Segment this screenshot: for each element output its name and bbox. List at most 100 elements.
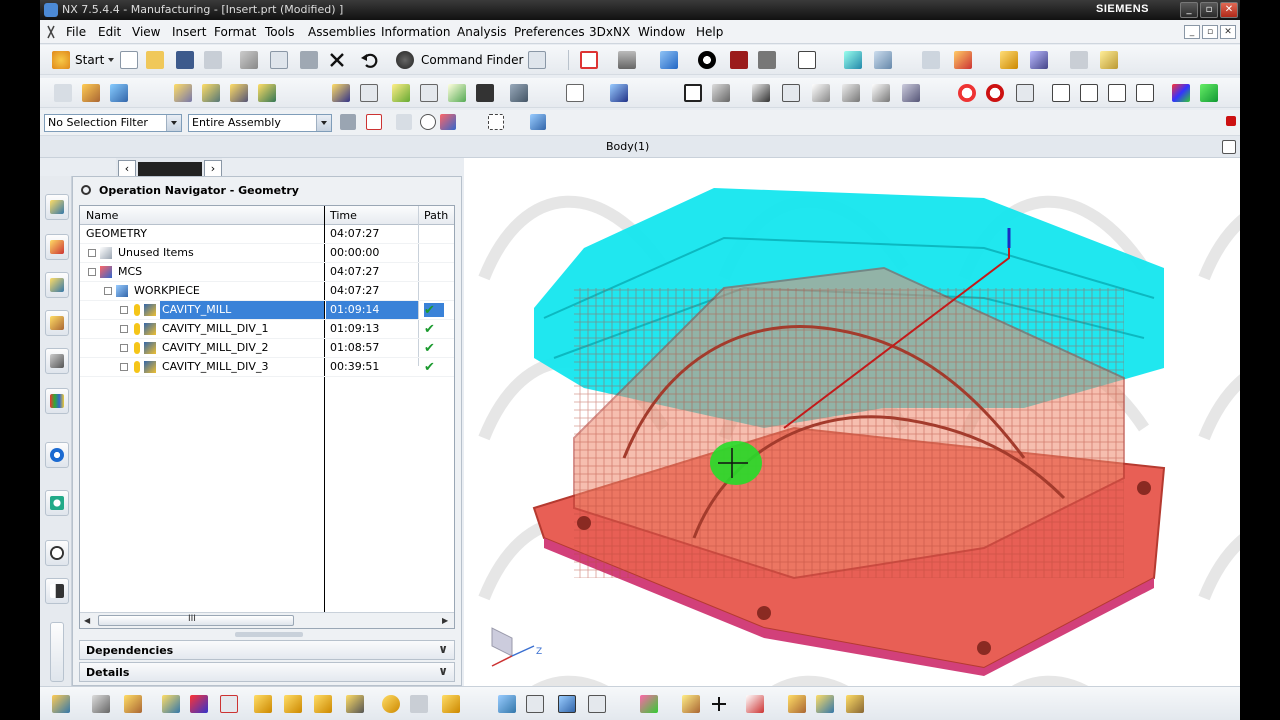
scroll-right-icon[interactable]: ▶ xyxy=(442,616,448,625)
rectangle-select-icon[interactable] xyxy=(488,114,504,130)
table-row[interactable]: Unused Items 00:00:00 xyxy=(80,244,454,263)
start-button[interactable]: Start xyxy=(75,53,104,67)
mdi-restore-button[interactable]: ▫ xyxy=(1202,25,1218,39)
column-time[interactable]: Time xyxy=(330,209,357,222)
table-row[interactable]: CAVITY_MILL_DIV_3 00:39:51 ✔ xyxy=(80,358,454,377)
resource-operation-navigator[interactable] xyxy=(45,310,69,336)
wcs-orient-icon[interactable] xyxy=(498,695,516,713)
menu-edit[interactable]: Edit xyxy=(98,25,121,39)
menu-view[interactable]: View xyxy=(132,25,160,39)
midpoint-icon[interactable] xyxy=(314,695,332,713)
ruler-icon[interactable] xyxy=(1070,51,1088,69)
menu-preferences[interactable]: Preferences xyxy=(514,25,585,39)
tree-expander-icon[interactable] xyxy=(120,306,128,314)
snap-view-icon[interactable] xyxy=(558,695,576,713)
undo-icon[interactable] xyxy=(360,51,378,69)
section-view-icon[interactable] xyxy=(588,695,606,713)
table-row[interactable]: MCS 04:07:27 xyxy=(80,263,454,282)
cursor-icon[interactable] xyxy=(440,114,456,130)
scroll-thumb[interactable] xyxy=(98,615,294,626)
geometry-view-icon[interactable] xyxy=(230,84,248,102)
scroll-left-icon[interactable]: ◀ xyxy=(84,616,90,625)
resource-reuse-library[interactable] xyxy=(45,388,69,414)
info-window-icon[interactable] xyxy=(528,51,546,69)
pin-icon[interactable] xyxy=(81,185,91,195)
resource-machine-navigator[interactable] xyxy=(45,348,69,374)
model-view[interactable]: Z xyxy=(464,158,1240,686)
table-row[interactable]: CAVITY_MILL_DIV_2 01:08:57 ✔ xyxy=(80,339,454,358)
print-icon[interactable] xyxy=(204,51,222,69)
cut-icon[interactable] xyxy=(240,51,258,69)
menu-format[interactable]: Format xyxy=(214,25,256,39)
list-path-icon[interactable] xyxy=(392,84,410,102)
stop-icon[interactable] xyxy=(986,84,1004,102)
render-style-icon[interactable] xyxy=(698,51,716,69)
assembly-part-icon[interactable] xyxy=(846,695,864,713)
filter-settings-icon[interactable] xyxy=(340,114,356,130)
menu-insert[interactable]: Insert xyxy=(172,25,206,39)
snap-point-icon[interactable] xyxy=(366,114,382,130)
menu-assemblies[interactable]: Assemblies xyxy=(308,25,376,39)
tree-expander-icon[interactable] xyxy=(120,344,128,352)
open-folder-icon[interactable] xyxy=(146,51,164,69)
table-row[interactable]: GEOMETRY 04:07:27 xyxy=(80,225,454,244)
chevron-down-icon[interactable]: ∨ xyxy=(438,642,448,656)
resource-part-navigator[interactable] xyxy=(45,272,69,298)
tree-expander-icon[interactable] xyxy=(88,268,96,276)
body-select-icon[interactable] xyxy=(530,114,546,130)
copy-icon[interactable] xyxy=(270,51,288,69)
resource-assembly-navigator[interactable] xyxy=(45,194,69,220)
shop-docs-icon[interactable] xyxy=(510,84,528,102)
sketch-tool-icon[interactable] xyxy=(162,695,180,713)
start-dropdown-icon[interactable] xyxy=(108,58,114,62)
view-cube-icon[interactable] xyxy=(660,51,678,69)
menu-file[interactable]: File xyxy=(66,25,86,39)
resource-clock[interactable] xyxy=(45,540,69,566)
table-row[interactable]: CAVITY_MILL_DIV_1 01:09:13 ✔ xyxy=(80,320,454,339)
column-path[interactable]: Path xyxy=(424,209,448,222)
list-icon[interactable] xyxy=(410,695,428,713)
simulate-icon[interactable] xyxy=(448,84,466,102)
generate-path-icon[interactable] xyxy=(332,84,350,102)
minimize-button[interactable]: _ xyxy=(1180,2,1198,18)
view-right-icon[interactable] xyxy=(1108,84,1126,102)
refresh-icon[interactable] xyxy=(958,84,976,102)
fit-view-icon[interactable] xyxy=(580,51,598,69)
navigator-scroll-thumb[interactable] xyxy=(138,162,202,176)
center-icon[interactable] xyxy=(346,695,364,713)
select-cursor-icon[interactable] xyxy=(610,84,628,102)
horizontal-scrollbar[interactable]: ◀ III ▶ xyxy=(80,612,454,628)
insert-point-icon[interactable] xyxy=(782,84,800,102)
save-icon[interactable] xyxy=(176,51,194,69)
pencil-icon[interactable] xyxy=(1100,51,1118,69)
clean-display-icon[interactable] xyxy=(1016,84,1034,102)
chevron-down-icon[interactable] xyxy=(316,115,331,131)
edit-display-icon[interactable] xyxy=(752,84,770,102)
resource-bar-scroll[interactable] xyxy=(50,622,64,682)
menu-analysis[interactable]: Analysis xyxy=(457,25,506,39)
program-order-view-icon[interactable] xyxy=(174,84,192,102)
feature-icon[interactable] xyxy=(872,84,890,102)
table-row[interactable]: CAVITY_MILL 01:09:14 ✔ xyxy=(80,301,454,320)
postprocess-icon[interactable] xyxy=(476,84,494,102)
wcs-icon[interactable] xyxy=(954,51,972,69)
dependencies-section[interactable]: Dependencies ∨ xyxy=(79,640,455,660)
table-row[interactable]: WORKPIECE 04:07:27 xyxy=(80,282,454,301)
point-icon[interactable] xyxy=(254,695,272,713)
red-box-icon[interactable] xyxy=(730,51,748,69)
resource-history[interactable] xyxy=(45,490,69,516)
menu-help[interactable]: Help xyxy=(696,25,723,39)
command-finder-button[interactable]: Command Finder xyxy=(421,53,523,67)
verify-path-icon[interactable] xyxy=(420,84,438,102)
maximize-view-icon[interactable] xyxy=(1222,140,1236,154)
view-front-icon[interactable] xyxy=(1052,84,1070,102)
new-file-icon[interactable] xyxy=(120,51,138,69)
close-button[interactable]: ✕ xyxy=(1220,2,1238,18)
box-icon[interactable] xyxy=(442,695,460,713)
paperclip-icon[interactable] xyxy=(682,695,700,713)
analysis-icon[interactable] xyxy=(1030,51,1048,69)
delete-icon[interactable] xyxy=(328,51,346,69)
create-geometry-icon[interactable] xyxy=(110,84,128,102)
layer-icon[interactable] xyxy=(922,51,940,69)
tree-expander-icon[interactable] xyxy=(88,249,96,257)
